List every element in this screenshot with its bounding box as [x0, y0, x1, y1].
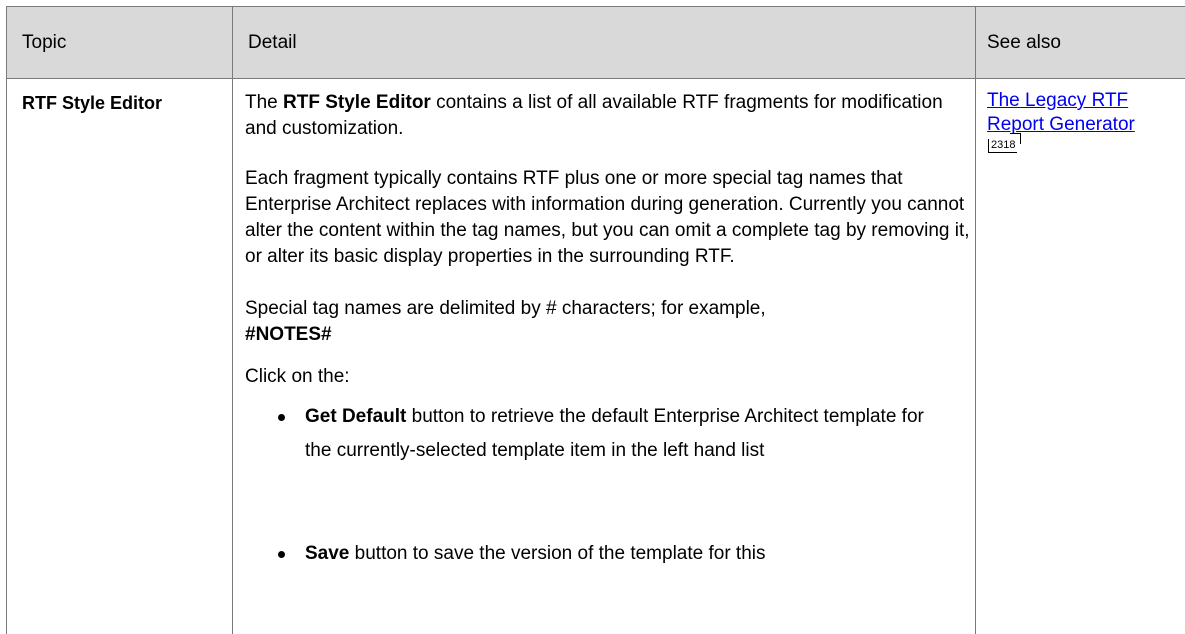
- bullet-text: button to save the version of the templa…: [349, 543, 766, 564]
- tags-text: Special tag names are delimited by # cha…: [245, 298, 766, 319]
- intro-text-bold: RTF Style Editor: [283, 92, 431, 113]
- header-see-also: See also: [987, 32, 1061, 53]
- intro-text-pre: The: [245, 92, 284, 113]
- legacy-rtf-link[interactable]: The Legacy RTF Report Generator: [987, 89, 1185, 137]
- detail-paragraph-tags: Special tag names are delimited by # cha…: [245, 296, 970, 348]
- column-divider-detail: [975, 6, 976, 634]
- tags-example: #NOTES#: [245, 324, 332, 345]
- table-top-border: [6, 6, 1185, 7]
- detail-paragraph-intro: The RTF Style Editor contains a list of …: [245, 90, 970, 142]
- link-line-2: Report Generator: [987, 114, 1135, 135]
- header-topic: Topic: [22, 32, 67, 53]
- detail-paragraph-fragments: Each fragment typically contains RTF plu…: [245, 168, 970, 267]
- page-reference[interactable]: 2318: [988, 139, 1018, 153]
- detail-paragraph-click: Click on the:: [245, 366, 350, 387]
- bullet-icon: [278, 551, 285, 558]
- list-item: Save button to save the version of the t…: [278, 537, 955, 571]
- header-detail: Detail: [248, 32, 297, 53]
- list-item: Get Default button to retrieve the defau…: [278, 400, 955, 468]
- column-divider-topic: [232, 6, 233, 634]
- bullet-bold: Get Default: [305, 406, 407, 427]
- table-left-border: [6, 6, 7, 634]
- bullet-icon: [278, 414, 285, 421]
- topic-table: Topic Detail See also RTF Style Editor T…: [0, 0, 1185, 634]
- row-topic: RTF Style Editor: [22, 93, 163, 113]
- bullet-bold: Save: [305, 543, 350, 564]
- see-also-cell: The Legacy RTF Report Generator: [987, 89, 1185, 137]
- header-bottom-border: [6, 78, 1185, 79]
- link-line-1: The Legacy RTF: [987, 90, 1129, 111]
